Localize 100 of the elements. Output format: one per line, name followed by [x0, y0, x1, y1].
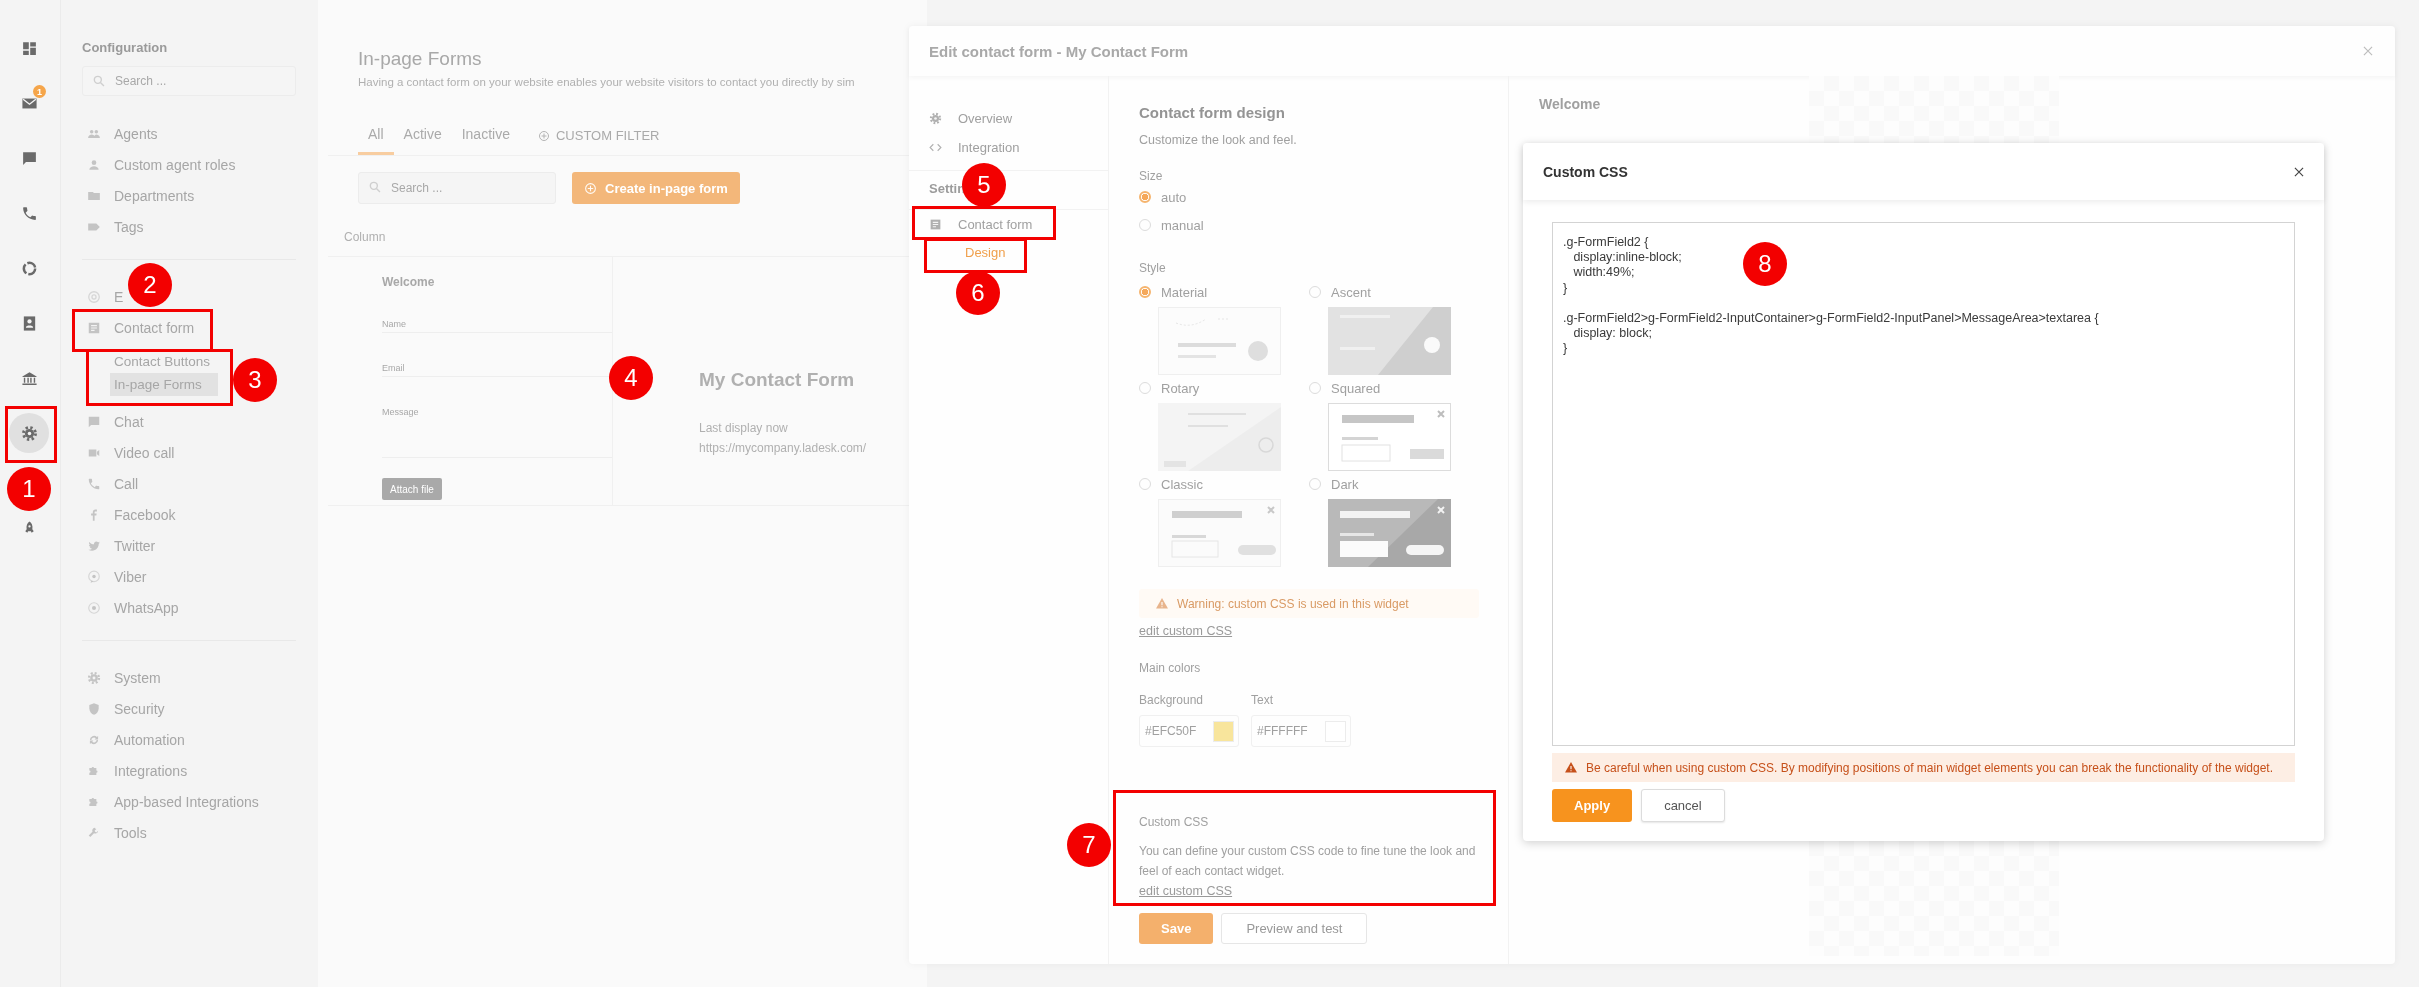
field-label: Size: [1139, 169, 1163, 183]
plus-circle-icon: [584, 181, 597, 195]
dialog-title: Custom CSS: [1543, 163, 1628, 180]
sidebar-item[interactable]: Tools: [82, 817, 147, 848]
sidebar-item[interactable]: Departments: [82, 180, 195, 211]
tab[interactable]: Active: [393, 126, 452, 155]
settings-icon: [20, 424, 38, 442]
search-icon: [92, 74, 106, 88]
code-icon: [929, 141, 942, 154]
radio-circle[interactable]: [1139, 286, 1151, 298]
form-title: Welcome: [382, 275, 436, 289]
sidebar-item[interactable]: Automation: [82, 724, 185, 755]
nav-item[interactable]: Overview: [929, 104, 1019, 133]
edit-link[interactable]: edit custom CSS: [1139, 884, 1233, 898]
sidebar-item[interactable]: WhatsApp: [82, 592, 179, 623]
field-label: Custom CSS: [1139, 815, 1209, 829]
radio-label[interactable]: Rotary: [1161, 380, 1200, 396]
field-label: Style: [1139, 261, 1166, 275]
last-display-text: Last display now: [699, 421, 789, 435]
person-icon: [87, 157, 101, 172]
nav-button[interactable]: [9, 413, 49, 453]
warning-icon: [1564, 761, 1578, 774]
attach-button[interactable]: Attach file: [382, 478, 442, 500]
filter-button[interactable]: CUSTOM FILTER: [519, 128, 660, 155]
field-label: Text: [1251, 693, 1273, 707]
nav-item[interactable]: Contact form: [929, 210, 1039, 239]
search-icon: [368, 180, 382, 194]
bank-icon: [20, 369, 38, 387]
form-icon: [929, 218, 942, 231]
close-icon: [2361, 44, 2375, 58]
tab[interactable]: All: [358, 126, 394, 155]
plus-circle-icon: [537, 129, 550, 142]
sidebar-item[interactable]: Security: [82, 693, 165, 724]
create-button[interactable]: Create in-page form: [572, 172, 740, 204]
search-field[interactable]: Search ...: [358, 172, 556, 204]
sidebar-item[interactable]: Video call: [82, 437, 175, 468]
sidebar-item[interactable]: Integrations: [82, 755, 188, 786]
sidebar-item[interactable]: Call: [82, 468, 139, 499]
ring-icon: [20, 259, 38, 277]
sidebar-item[interactable]: Viber: [82, 561, 147, 592]
form-name: My Contact Form: [699, 369, 856, 391]
help-text: You can define your custom CSS code to fine tune the look and feel of each contact widget.: [1139, 843, 1477, 880]
radio-label[interactable]: Dark: [1331, 476, 1359, 492]
radio-label[interactable]: Material: [1161, 284, 1208, 300]
sidebar-item[interactable]: Agents: [82, 118, 158, 149]
radio-label[interactable]: auto: [1161, 189, 1187, 205]
wrench-icon: [87, 825, 101, 840]
sidebar-subitem[interactable]: Contact Buttons: [110, 350, 227, 373]
preview-title: Welcome: [1539, 96, 1602, 112]
viber-icon: [87, 569, 101, 584]
secondary-button[interactable]: cancel: [1641, 789, 1725, 822]
sidebar-item[interactable]: Twitter: [82, 530, 156, 561]
chat-bubble-icon: [87, 414, 101, 429]
color-field[interactable]: #EFC50F: [1139, 715, 1239, 747]
url-text: https://mycompany.ladesk.com/: [699, 441, 867, 455]
radio-circle[interactable]: [1139, 191, 1151, 203]
column-header: Column: [343, 229, 387, 246]
bird-icon: [87, 538, 101, 553]
sidebar-item[interactable]: Contact form: [82, 312, 195, 343]
tab[interactable]: Inactive: [451, 126, 520, 155]
primary-button[interactable]: Save: [1139, 913, 1214, 944]
sidebar-subitem[interactable]: In-page Forms: [110, 373, 218, 396]
phone-icon: [87, 476, 101, 491]
at-sign-icon: [87, 289, 101, 304]
sidebar-item[interactable]: System: [82, 662, 161, 693]
field-label: Main colors: [1139, 661, 1201, 675]
warning-icon: [1155, 597, 1169, 610]
nav-item[interactable]: Integration: [929, 133, 1026, 162]
sidebar-item[interactable]: Tags: [82, 211, 144, 242]
nav-button[interactable]: 1: [9, 83, 49, 123]
radio-label[interactable]: Classic: [1161, 476, 1203, 492]
radio-label[interactable]: manual: [1161, 217, 1204, 233]
page-title: In-page Forms: [358, 48, 483, 70]
page-description: Having a contact form on your website enables your website visitors to contact you directly by sim: [358, 76, 856, 88]
whatsapp-icon: [87, 600, 101, 615]
primary-button[interactable]: Apply: [1552, 789, 1633, 822]
nav-subitem[interactable]: Design: [965, 239, 1006, 260]
settings-icon: [929, 112, 942, 125]
phone-icon: [20, 204, 38, 222]
sidebar-item[interactable]: App-based Integrations: [82, 786, 259, 817]
sidebar-item[interactable]: Facebook: [82, 499, 176, 530]
dialog-title: Edit contact form - My Contact Form: [929, 42, 1189, 60]
search-field[interactable]: Search ...: [82, 66, 296, 96]
sidebar-item[interactable]: Chat: [82, 406, 144, 437]
radio-label[interactable]: Ascent: [1331, 284, 1371, 300]
radio-label[interactable]: Squared: [1331, 380, 1381, 396]
secondary-button[interactable]: Preview and test: [1221, 913, 1368, 944]
edit-link[interactable]: edit custom CSS: [1139, 624, 1233, 638]
shield-icon: [87, 701, 101, 716]
sidebar-item[interactable]: E: [82, 281, 124, 312]
form-icon: [87, 320, 101, 335]
warning-text: Warning: custom CSS is used in this widget: [1177, 596, 1409, 611]
form-field: Name: [382, 289, 612, 333]
sidebar-title: Configuration: [82, 40, 169, 57]
field-label: Background: [1139, 693, 1204, 707]
form-field: Email: [382, 333, 612, 377]
chat-bubble-icon: [20, 149, 38, 167]
count-badge: 1: [33, 85, 46, 98]
sidebar-item[interactable]: Custom agent roles: [82, 149, 236, 180]
color-field[interactable]: #FFFFFF: [1251, 715, 1351, 747]
